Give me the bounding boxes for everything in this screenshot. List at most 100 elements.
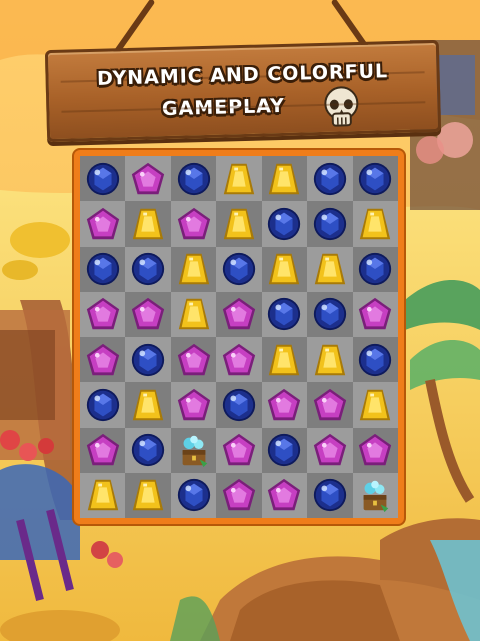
pink-gem bbox=[220, 476, 258, 514]
blue-gem bbox=[129, 250, 167, 288]
board-cell[interactable] bbox=[352, 337, 398, 383]
pink-gem bbox=[311, 386, 349, 424]
board-cell[interactable] bbox=[352, 427, 398, 473]
pink-gem bbox=[129, 295, 167, 333]
board-cell[interactable] bbox=[80, 201, 126, 247]
blue-gem bbox=[356, 160, 394, 198]
pink-gem bbox=[220, 341, 258, 379]
board-cell[interactable] bbox=[125, 201, 171, 247]
board-cell[interactable] bbox=[170, 156, 217, 202]
yellow-gem bbox=[265, 160, 303, 198]
game-board bbox=[74, 150, 404, 524]
yellow-gem bbox=[220, 205, 258, 243]
blue-gem bbox=[129, 341, 167, 379]
pink-gem bbox=[220, 431, 258, 469]
blue-gem bbox=[220, 386, 258, 424]
board-cell[interactable] bbox=[125, 291, 171, 337]
board-cell[interactable] bbox=[307, 382, 353, 428]
board-cell[interactable] bbox=[307, 337, 353, 383]
board-cell[interactable] bbox=[261, 427, 308, 473]
board-cell[interactable] bbox=[352, 201, 398, 247]
board-cell[interactable] bbox=[261, 201, 308, 247]
board-cell[interactable] bbox=[216, 246, 262, 292]
board-cell[interactable] bbox=[216, 427, 262, 473]
blue-gem bbox=[356, 250, 394, 288]
yellow-gem bbox=[175, 250, 213, 288]
treasure-icon bbox=[175, 431, 213, 469]
board-cell[interactable] bbox=[307, 246, 353, 292]
board-cell[interactable] bbox=[307, 472, 353, 518]
sign-title-line1: DYNAMIC AND COLORFUL bbox=[96, 60, 389, 90]
board-cell[interactable] bbox=[216, 201, 262, 247]
board-cell[interactable] bbox=[261, 472, 308, 518]
yellow-gem bbox=[311, 341, 349, 379]
pink-gem bbox=[356, 431, 394, 469]
board-cell[interactable] bbox=[216, 291, 262, 337]
board-cell[interactable] bbox=[261, 382, 308, 428]
board-cell[interactable] bbox=[261, 337, 308, 383]
blue-gem bbox=[175, 476, 213, 514]
yellow-gem bbox=[356, 386, 394, 424]
blue-gem bbox=[129, 431, 167, 469]
pink-gem bbox=[311, 431, 349, 469]
board-cell[interactable] bbox=[80, 291, 126, 337]
board-cell[interactable] bbox=[80, 472, 126, 518]
board-cell[interactable] bbox=[216, 472, 262, 518]
yellow-gem bbox=[356, 205, 394, 243]
blue-gem bbox=[220, 250, 258, 288]
pink-gem bbox=[356, 295, 394, 333]
blue-gem bbox=[311, 476, 349, 514]
board-cell[interactable] bbox=[352, 246, 398, 292]
board-cell[interactable] bbox=[261, 156, 308, 202]
board-cell[interactable] bbox=[80, 382, 126, 428]
board-cell[interactable] bbox=[261, 291, 308, 337]
board-cell[interactable] bbox=[170, 291, 217, 337]
board-cell[interactable] bbox=[125, 382, 171, 428]
blue-gem bbox=[265, 431, 303, 469]
board-cell[interactable] bbox=[125, 156, 171, 202]
yellow-gem bbox=[129, 476, 167, 514]
board-cell[interactable] bbox=[80, 156, 126, 202]
blue-gem bbox=[84, 250, 122, 288]
board-cell[interactable] bbox=[125, 246, 171, 292]
board-cell[interactable] bbox=[261, 246, 308, 292]
yellow-gem bbox=[175, 295, 213, 333]
pink-gem bbox=[84, 341, 122, 379]
board-cell[interactable] bbox=[170, 472, 217, 518]
board-cell[interactable] bbox=[216, 382, 262, 428]
board-cell[interactable] bbox=[307, 427, 353, 473]
board-cell[interactable] bbox=[170, 337, 217, 383]
board-cell[interactable] bbox=[352, 156, 398, 202]
board-cell[interactable] bbox=[125, 472, 171, 518]
board-cell[interactable] bbox=[125, 427, 171, 473]
blue-gem bbox=[311, 295, 349, 333]
board-cell[interactable] bbox=[352, 291, 398, 337]
blue-gem bbox=[356, 341, 394, 379]
pink-gem bbox=[265, 386, 303, 424]
board-cell[interactable] bbox=[216, 337, 262, 383]
board-cell[interactable] bbox=[352, 382, 398, 428]
board-cell[interactable] bbox=[170, 427, 217, 473]
gem-grid bbox=[80, 156, 398, 518]
blue-gem bbox=[265, 295, 303, 333]
pink-gem bbox=[84, 295, 122, 333]
board-cell[interactable] bbox=[125, 337, 171, 383]
board-cell[interactable] bbox=[307, 201, 353, 247]
yellow-gem bbox=[311, 250, 349, 288]
sign-title-line2: GAMEPLAY bbox=[161, 94, 286, 121]
yellow-gem bbox=[129, 205, 167, 243]
board-cell[interactable] bbox=[170, 382, 217, 428]
yellow-gem bbox=[129, 386, 167, 424]
board-cell[interactable] bbox=[352, 472, 398, 518]
board-cell[interactable] bbox=[80, 246, 126, 292]
board-cell[interactable] bbox=[80, 337, 126, 383]
board-cell[interactable] bbox=[170, 201, 217, 247]
pink-gem bbox=[175, 341, 213, 379]
board-cell[interactable] bbox=[307, 291, 353, 337]
blue-gem bbox=[84, 160, 122, 198]
yellow-gem bbox=[220, 160, 258, 198]
board-cell[interactable] bbox=[170, 246, 217, 292]
board-cell[interactable] bbox=[80, 427, 126, 473]
board-cell[interactable] bbox=[307, 156, 353, 202]
board-cell[interactable] bbox=[216, 156, 262, 202]
